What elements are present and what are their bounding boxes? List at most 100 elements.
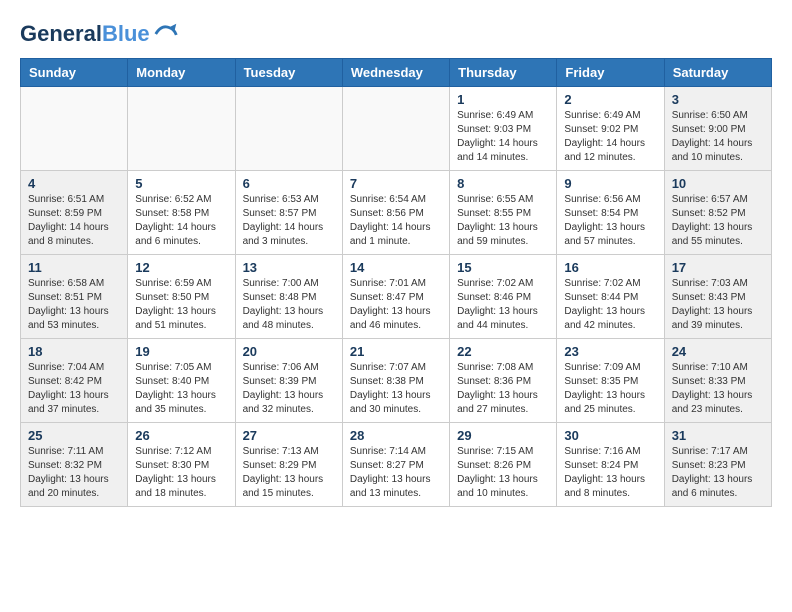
day-info: Sunrise: 6:56 AMSunset: 8:54 PMDaylight:… bbox=[564, 193, 656, 249]
day-info: Sunrise: 6:49 AMSunset: 9:02 PMDaylight:… bbox=[564, 109, 656, 165]
day-info: Sunrise: 7:00 AMSunset: 8:48 PMDaylight:… bbox=[243, 277, 335, 333]
logo-text: GeneralBlue bbox=[20, 22, 150, 46]
calendar-cell: 30 Sunrise: 7:16 AMSunset: 8:24 PMDayligh… bbox=[557, 423, 664, 507]
day-info: Sunrise: 7:01 AMSunset: 8:47 PMDaylight:… bbox=[350, 277, 442, 333]
calendar-cell: 21 Sunrise: 7:07 AMSunset: 8:38 PMDayligh… bbox=[342, 339, 449, 423]
calendar-cell: 6 Sunrise: 6:53 AMSunset: 8:57 PMDaylight… bbox=[235, 171, 342, 255]
week-row-2: 4 Sunrise: 6:51 AMSunset: 8:59 PMDaylight… bbox=[21, 171, 772, 255]
weekday-header-row: SundayMondayTuesdayWednesdayThursdayFrid… bbox=[21, 59, 772, 87]
day-info: Sunrise: 7:10 AMSunset: 8:33 PMDaylight:… bbox=[672, 361, 764, 417]
weekday-header-thursday: Thursday bbox=[450, 59, 557, 87]
day-info: Sunrise: 6:58 AMSunset: 8:51 PMDaylight:… bbox=[28, 277, 120, 333]
day-number: 11 bbox=[28, 260, 120, 275]
day-number: 13 bbox=[243, 260, 335, 275]
day-info: Sunrise: 7:11 AMSunset: 8:32 PMDaylight:… bbox=[28, 445, 120, 501]
day-info: Sunrise: 7:12 AMSunset: 8:30 PMDaylight:… bbox=[135, 445, 227, 501]
calendar: SundayMondayTuesdayWednesdayThursdayFrid… bbox=[20, 58, 772, 507]
day-number: 12 bbox=[135, 260, 227, 275]
calendar-cell: 8 Sunrise: 6:55 AMSunset: 8:55 PMDaylight… bbox=[450, 171, 557, 255]
calendar-cell: 9 Sunrise: 6:56 AMSunset: 8:54 PMDaylight… bbox=[557, 171, 664, 255]
day-info: Sunrise: 7:06 AMSunset: 8:39 PMDaylight:… bbox=[243, 361, 335, 417]
day-number: 30 bbox=[564, 428, 656, 443]
day-number: 20 bbox=[243, 344, 335, 359]
calendar-cell: 4 Sunrise: 6:51 AMSunset: 8:59 PMDaylight… bbox=[21, 171, 128, 255]
day-info: Sunrise: 7:09 AMSunset: 8:35 PMDaylight:… bbox=[564, 361, 656, 417]
day-number: 17 bbox=[672, 260, 764, 275]
weekday-header-friday: Friday bbox=[557, 59, 664, 87]
calendar-cell bbox=[235, 87, 342, 171]
day-info: Sunrise: 7:02 AMSunset: 8:46 PMDaylight:… bbox=[457, 277, 549, 333]
weekday-header-saturday: Saturday bbox=[664, 59, 771, 87]
calendar-cell: 10 Sunrise: 6:57 AMSunset: 8:52 PMDayligh… bbox=[664, 171, 771, 255]
calendar-cell: 15 Sunrise: 7:02 AMSunset: 8:46 PMDayligh… bbox=[450, 255, 557, 339]
calendar-cell: 16Sunrise: 7:02 AMSunset: 8:44 PMDayligh… bbox=[557, 255, 664, 339]
calendar-cell: 22 Sunrise: 7:08 AMSunset: 8:36 PMDayligh… bbox=[450, 339, 557, 423]
day-info: Sunrise: 7:15 AMSunset: 8:26 PMDaylight:… bbox=[457, 445, 549, 501]
day-number: 9 bbox=[564, 176, 656, 191]
day-number: 7 bbox=[350, 176, 442, 191]
day-info: Sunrise: 6:59 AMSunset: 8:50 PMDaylight:… bbox=[135, 277, 227, 333]
day-info: Sunrise: 7:16 AMSunset: 8:24 PMDaylight:… bbox=[564, 445, 656, 501]
calendar-cell: 7 Sunrise: 6:54 AMSunset: 8:56 PMDaylight… bbox=[342, 171, 449, 255]
day-number: 10 bbox=[672, 176, 764, 191]
day-info: Sunrise: 7:03 AMSunset: 8:43 PMDaylight:… bbox=[672, 277, 764, 333]
calendar-cell: 27Sunrise: 7:13 AMSunset: 8:29 PMDayligh… bbox=[235, 423, 342, 507]
calendar-cell bbox=[128, 87, 235, 171]
day-info: Sunrise: 6:55 AMSunset: 8:55 PMDaylight:… bbox=[457, 193, 549, 249]
day-number: 25 bbox=[28, 428, 120, 443]
day-number: 24 bbox=[672, 344, 764, 359]
calendar-cell: 31Sunrise: 7:17 AMSunset: 8:23 PMDayligh… bbox=[664, 423, 771, 507]
day-info: Sunrise: 7:04 AMSunset: 8:42 PMDaylight:… bbox=[28, 361, 120, 417]
day-info: Sunrise: 7:05 AMSunset: 8:40 PMDaylight:… bbox=[135, 361, 227, 417]
day-info: Sunrise: 7:08 AMSunset: 8:36 PMDaylight:… bbox=[457, 361, 549, 417]
calendar-cell: 13 Sunrise: 7:00 AMSunset: 8:48 PMDayligh… bbox=[235, 255, 342, 339]
weekday-header-monday: Monday bbox=[128, 59, 235, 87]
day-info: Sunrise: 7:02 AMSunset: 8:44 PMDaylight:… bbox=[564, 277, 656, 333]
week-row-1: 1Sunrise: 6:49 AMSunset: 9:03 PMDaylight… bbox=[21, 87, 772, 171]
weekday-header-wednesday: Wednesday bbox=[342, 59, 449, 87]
day-number: 21 bbox=[350, 344, 442, 359]
week-row-5: 25 Sunrise: 7:11 AMSunset: 8:32 PMDayligh… bbox=[21, 423, 772, 507]
day-info: Sunrise: 6:54 AMSunset: 8:56 PMDaylight:… bbox=[350, 193, 442, 249]
day-number: 28 bbox=[350, 428, 442, 443]
day-info: Sunrise: 6:53 AMSunset: 8:57 PMDaylight:… bbox=[243, 193, 335, 249]
day-number: 26 bbox=[135, 428, 227, 443]
day-number: 2 bbox=[564, 92, 656, 107]
day-number: 5 bbox=[135, 176, 227, 191]
day-info: Sunrise: 6:52 AMSunset: 8:58 PMDaylight:… bbox=[135, 193, 227, 249]
day-info: Sunrise: 6:57 AMSunset: 8:52 PMDaylight:… bbox=[672, 193, 764, 249]
day-info: Sunrise: 6:51 AMSunset: 8:59 PMDaylight:… bbox=[28, 193, 120, 249]
calendar-cell bbox=[342, 87, 449, 171]
calendar-cell: 28 Sunrise: 7:14 AMSunset: 8:27 PMDayligh… bbox=[342, 423, 449, 507]
day-info: Sunrise: 6:49 AMSunset: 9:03 PMDaylight:… bbox=[457, 109, 549, 165]
day-number: 15 bbox=[457, 260, 549, 275]
logo-icon bbox=[152, 20, 180, 48]
day-number: 8 bbox=[457, 176, 549, 191]
day-number: 4 bbox=[28, 176, 120, 191]
calendar-cell: 19 Sunrise: 7:05 AMSunset: 8:40 PMDayligh… bbox=[128, 339, 235, 423]
day-number: 22 bbox=[457, 344, 549, 359]
header: GeneralBlue bbox=[20, 20, 772, 48]
calendar-cell: 23Sunrise: 7:09 AMSunset: 8:35 PMDayligh… bbox=[557, 339, 664, 423]
calendar-cell: 11 Sunrise: 6:58 AMSunset: 8:51 PMDayligh… bbox=[21, 255, 128, 339]
calendar-cell: 12 Sunrise: 6:59 AMSunset: 8:50 PMDayligh… bbox=[128, 255, 235, 339]
calendar-cell: 3 Sunrise: 6:50 AMSunset: 9:00 PMDaylight… bbox=[664, 87, 771, 171]
weekday-header-sunday: Sunday bbox=[21, 59, 128, 87]
day-number: 19 bbox=[135, 344, 227, 359]
calendar-cell bbox=[21, 87, 128, 171]
calendar-cell: 5 Sunrise: 6:52 AMSunset: 8:58 PMDaylight… bbox=[128, 171, 235, 255]
day-info: Sunrise: 7:17 AMSunset: 8:23 PMDaylight:… bbox=[672, 445, 764, 501]
calendar-cell: 26 Sunrise: 7:12 AMSunset: 8:30 PMDayligh… bbox=[128, 423, 235, 507]
day-info: Sunrise: 7:07 AMSunset: 8:38 PMDaylight:… bbox=[350, 361, 442, 417]
day-number: 29 bbox=[457, 428, 549, 443]
day-number: 3 bbox=[672, 92, 764, 107]
weekday-header-tuesday: Tuesday bbox=[235, 59, 342, 87]
logo: GeneralBlue bbox=[20, 20, 180, 48]
calendar-cell: 14Sunrise: 7:01 AMSunset: 8:47 PMDayligh… bbox=[342, 255, 449, 339]
day-number: 6 bbox=[243, 176, 335, 191]
calendar-cell: 24 Sunrise: 7:10 AMSunset: 8:33 PMDayligh… bbox=[664, 339, 771, 423]
calendar-cell: 20 Sunrise: 7:06 AMSunset: 8:39 PMDayligh… bbox=[235, 339, 342, 423]
day-info: Sunrise: 7:14 AMSunset: 8:27 PMDaylight:… bbox=[350, 445, 442, 501]
week-row-3: 11 Sunrise: 6:58 AMSunset: 8:51 PMDayligh… bbox=[21, 255, 772, 339]
day-info: Sunrise: 6:50 AMSunset: 9:00 PMDaylight:… bbox=[672, 109, 764, 165]
